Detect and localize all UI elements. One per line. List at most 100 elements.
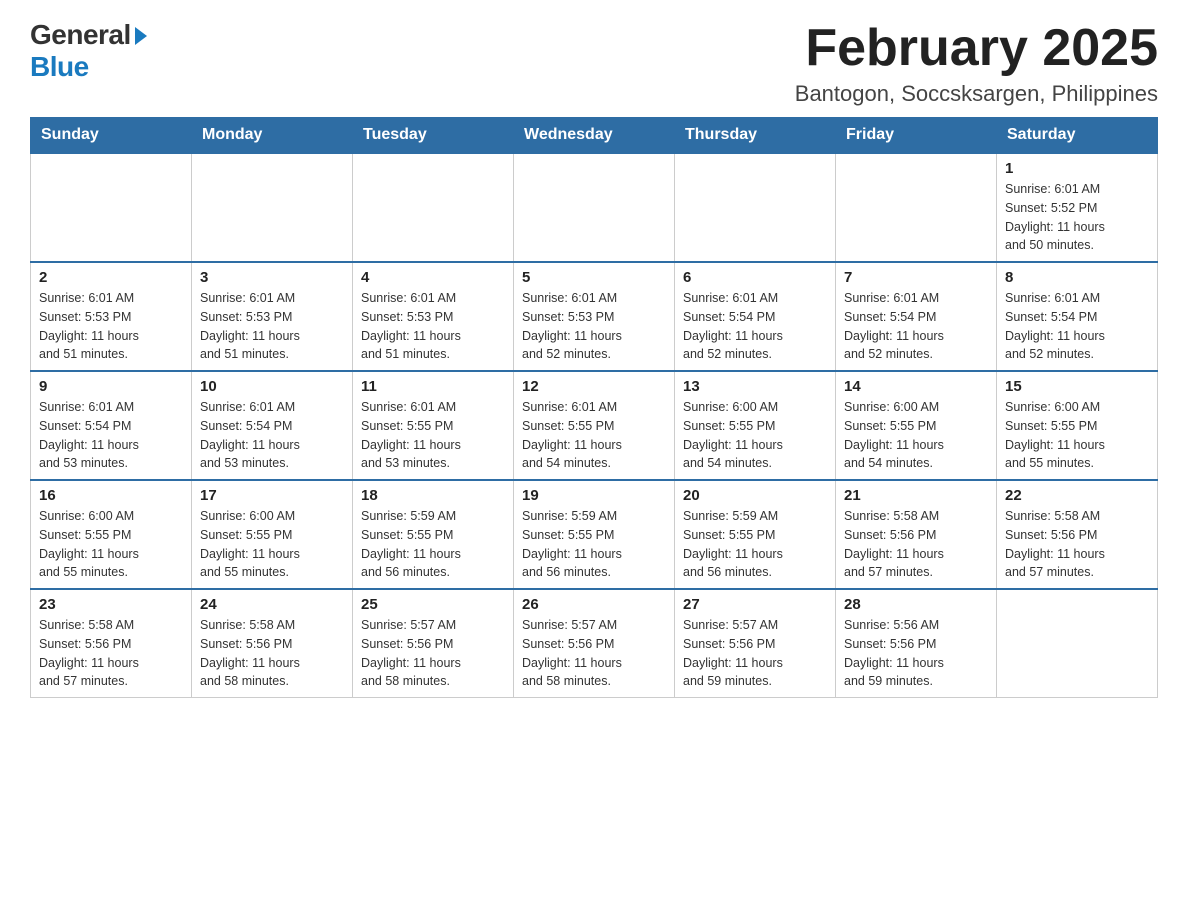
weekday-header-thursday: Thursday — [675, 118, 836, 154]
calendar-cell — [836, 153, 997, 262]
day-info: Sunrise: 6:01 AM Sunset: 5:55 PM Dayligh… — [361, 398, 505, 473]
day-number: 25 — [361, 596, 505, 613]
logo: General Blue — [30, 20, 147, 83]
calendar-cell: 5 Sunrise: 6:01 AM Sunset: 5:53 PM Daylig… — [514, 262, 675, 371]
calendar-cell: 16 Sunrise: 6:00 AM Sunset: 5:55 PM Dayli… — [31, 480, 192, 589]
calendar-cell: 24Sunrise: 5:58 AM Sunset: 5:56 PM Dayli… — [192, 589, 353, 698]
calendar-cell: 17 Sunrise: 6:00 AM Sunset: 5:55 PM Dayli… — [192, 480, 353, 589]
day-info: Sunrise: 6:01 AM Sunset: 5:54 PM Dayligh… — [1005, 289, 1149, 364]
day-info: Sunrise: 6:00 AM Sunset: 5:55 PM Dayligh… — [844, 398, 988, 473]
logo-blue-text: Blue — [30, 51, 89, 83]
weekday-header-sunday: Sunday — [31, 118, 192, 154]
day-info: Sunrise: 6:00 AM Sunset: 5:55 PM Dayligh… — [683, 398, 827, 473]
calendar-cell: 7 Sunrise: 6:01 AM Sunset: 5:54 PM Daylig… — [836, 262, 997, 371]
day-info: Sunrise: 6:00 AM Sunset: 5:55 PM Dayligh… — [1005, 398, 1149, 473]
calendar-cell: 9 Sunrise: 6:01 AM Sunset: 5:54 PM Daylig… — [31, 371, 192, 480]
day-info: Sunrise: 6:01 AM Sunset: 5:53 PM Dayligh… — [522, 289, 666, 364]
day-number: 9 — [39, 378, 183, 395]
day-info: Sunrise: 6:01 AM Sunset: 5:54 PM Dayligh… — [844, 289, 988, 364]
day-number: 20 — [683, 487, 827, 504]
day-number: 19 — [522, 487, 666, 504]
calendar-cell: 14 Sunrise: 6:00 AM Sunset: 5:55 PM Dayli… — [836, 371, 997, 480]
day-info: Sunrise: 6:01 AM Sunset: 5:54 PM Dayligh… — [200, 398, 344, 473]
page-header: General Blue February 2025 Bantogon, Soc… — [30, 20, 1158, 107]
calendar-subtitle: Bantogon, Soccsksargen, Philippines — [795, 81, 1158, 107]
day-number: 12 — [522, 378, 666, 395]
day-info: Sunrise: 5:58 AM Sunset: 5:56 PM Dayligh… — [844, 507, 988, 582]
calendar-cell: 2 Sunrise: 6:01 AM Sunset: 5:53 PM Daylig… — [31, 262, 192, 371]
calendar-cell: 3Sunrise: 6:01 AM Sunset: 5:53 PM Daylig… — [192, 262, 353, 371]
calendar-cell: 22 Sunrise: 5:58 AM Sunset: 5:56 PM Dayli… — [997, 480, 1158, 589]
day-info: Sunrise: 5:57 AM Sunset: 5:56 PM Dayligh… — [683, 616, 827, 691]
day-number: 1 — [1005, 160, 1149, 177]
day-number: 16 — [39, 487, 183, 504]
calendar-cell: 20 Sunrise: 5:59 AM Sunset: 5:55 PM Dayli… — [675, 480, 836, 589]
day-info: Sunrise: 5:59 AM Sunset: 5:55 PM Dayligh… — [361, 507, 505, 582]
day-info: Sunrise: 5:58 AM Sunset: 5:56 PM Dayligh… — [200, 616, 344, 691]
day-number: 18 — [361, 487, 505, 504]
day-info: Sunrise: 5:59 AM Sunset: 5:55 PM Dayligh… — [683, 507, 827, 582]
weekday-header-friday: Friday — [836, 118, 997, 154]
calendar-cell — [997, 589, 1158, 698]
day-number: 14 — [844, 378, 988, 395]
day-info: Sunrise: 6:00 AM Sunset: 5:55 PM Dayligh… — [39, 507, 183, 582]
calendar-cell: 28Sunrise: 5:56 AM Sunset: 5:56 PM Dayli… — [836, 589, 997, 698]
day-number: 26 — [522, 596, 666, 613]
calendar-week-row: 16 Sunrise: 6:00 AM Sunset: 5:55 PM Dayli… — [31, 480, 1158, 589]
calendar-week-row: 2 Sunrise: 6:01 AM Sunset: 5:53 PM Daylig… — [31, 262, 1158, 371]
calendar-cell: 21 Sunrise: 5:58 AM Sunset: 5:56 PM Dayli… — [836, 480, 997, 589]
calendar-cell — [31, 153, 192, 262]
day-info: Sunrise: 6:01 AM Sunset: 5:54 PM Dayligh… — [683, 289, 827, 364]
day-info: Sunrise: 5:57 AM Sunset: 5:56 PM Dayligh… — [361, 616, 505, 691]
calendar-week-row: 23Sunrise: 5:58 AM Sunset: 5:56 PM Dayli… — [31, 589, 1158, 698]
day-info: Sunrise: 6:01 AM Sunset: 5:54 PM Dayligh… — [39, 398, 183, 473]
day-number: 22 — [1005, 487, 1149, 504]
calendar-cell: 6 Sunrise: 6:01 AM Sunset: 5:54 PM Daylig… — [675, 262, 836, 371]
weekday-header-tuesday: Tuesday — [353, 118, 514, 154]
day-number: 2 — [39, 269, 183, 286]
day-info: Sunrise: 6:01 AM Sunset: 5:52 PM Dayligh… — [1005, 180, 1149, 255]
day-number: 17 — [200, 487, 344, 504]
calendar-cell — [514, 153, 675, 262]
calendar-cell: 23Sunrise: 5:58 AM Sunset: 5:56 PM Dayli… — [31, 589, 192, 698]
logo-arrow-icon — [135, 27, 147, 45]
calendar-cell: 10Sunrise: 6:01 AM Sunset: 5:54 PM Dayli… — [192, 371, 353, 480]
calendar-cell — [675, 153, 836, 262]
calendar-body: 1 Sunrise: 6:01 AM Sunset: 5:52 PM Daylig… — [31, 153, 1158, 698]
weekday-header-monday: Monday — [192, 118, 353, 154]
day-info: Sunrise: 5:57 AM Sunset: 5:56 PM Dayligh… — [522, 616, 666, 691]
day-info: Sunrise: 6:00 AM Sunset: 5:55 PM Dayligh… — [200, 507, 344, 582]
calendar-cell: 4 Sunrise: 6:01 AM Sunset: 5:53 PM Daylig… — [353, 262, 514, 371]
day-number: 5 — [522, 269, 666, 286]
calendar-cell: 15 Sunrise: 6:00 AM Sunset: 5:55 PM Dayli… — [997, 371, 1158, 480]
calendar-cell: 25 Sunrise: 5:57 AM Sunset: 5:56 PM Dayli… — [353, 589, 514, 698]
weekday-header-saturday: Saturday — [997, 118, 1158, 154]
day-number: 6 — [683, 269, 827, 286]
calendar-header: SundayMondayTuesdayWednesdayThursdayFrid… — [31, 118, 1158, 154]
calendar-cell — [192, 153, 353, 262]
calendar-cell: 11Sunrise: 6:01 AM Sunset: 5:55 PM Dayli… — [353, 371, 514, 480]
day-info: Sunrise: 6:01 AM Sunset: 5:53 PM Dayligh… — [39, 289, 183, 364]
calendar-week-row: 9 Sunrise: 6:01 AM Sunset: 5:54 PM Daylig… — [31, 371, 1158, 480]
day-number: 7 — [844, 269, 988, 286]
calendar-cell: 8 Sunrise: 6:01 AM Sunset: 5:54 PM Daylig… — [997, 262, 1158, 371]
day-number: 27 — [683, 596, 827, 613]
day-info: Sunrise: 5:59 AM Sunset: 5:55 PM Dayligh… — [522, 507, 666, 582]
day-number: 21 — [844, 487, 988, 504]
calendar-table: SundayMondayTuesdayWednesdayThursdayFrid… — [30, 117, 1158, 698]
calendar-cell: 12Sunrise: 6:01 AM Sunset: 5:55 PM Dayli… — [514, 371, 675, 480]
calendar-cell: 1 Sunrise: 6:01 AM Sunset: 5:52 PM Daylig… — [997, 153, 1158, 262]
day-info: Sunrise: 5:58 AM Sunset: 5:56 PM Dayligh… — [39, 616, 183, 691]
day-number: 13 — [683, 378, 827, 395]
calendar-cell: 13 Sunrise: 6:00 AM Sunset: 5:55 PM Dayli… — [675, 371, 836, 480]
calendar-week-row: 1 Sunrise: 6:01 AM Sunset: 5:52 PM Daylig… — [31, 153, 1158, 262]
day-info: Sunrise: 6:01 AM Sunset: 5:53 PM Dayligh… — [361, 289, 505, 364]
calendar-cell: 27 Sunrise: 5:57 AM Sunset: 5:56 PM Dayli… — [675, 589, 836, 698]
day-number: 28 — [844, 596, 988, 613]
day-number: 15 — [1005, 378, 1149, 395]
calendar-cell: 19 Sunrise: 5:59 AM Sunset: 5:55 PM Dayli… — [514, 480, 675, 589]
calendar-title: February 2025 — [795, 20, 1158, 77]
day-number: 4 — [361, 269, 505, 286]
day-number: 8 — [1005, 269, 1149, 286]
day-info: Sunrise: 5:58 AM Sunset: 5:56 PM Dayligh… — [1005, 507, 1149, 582]
